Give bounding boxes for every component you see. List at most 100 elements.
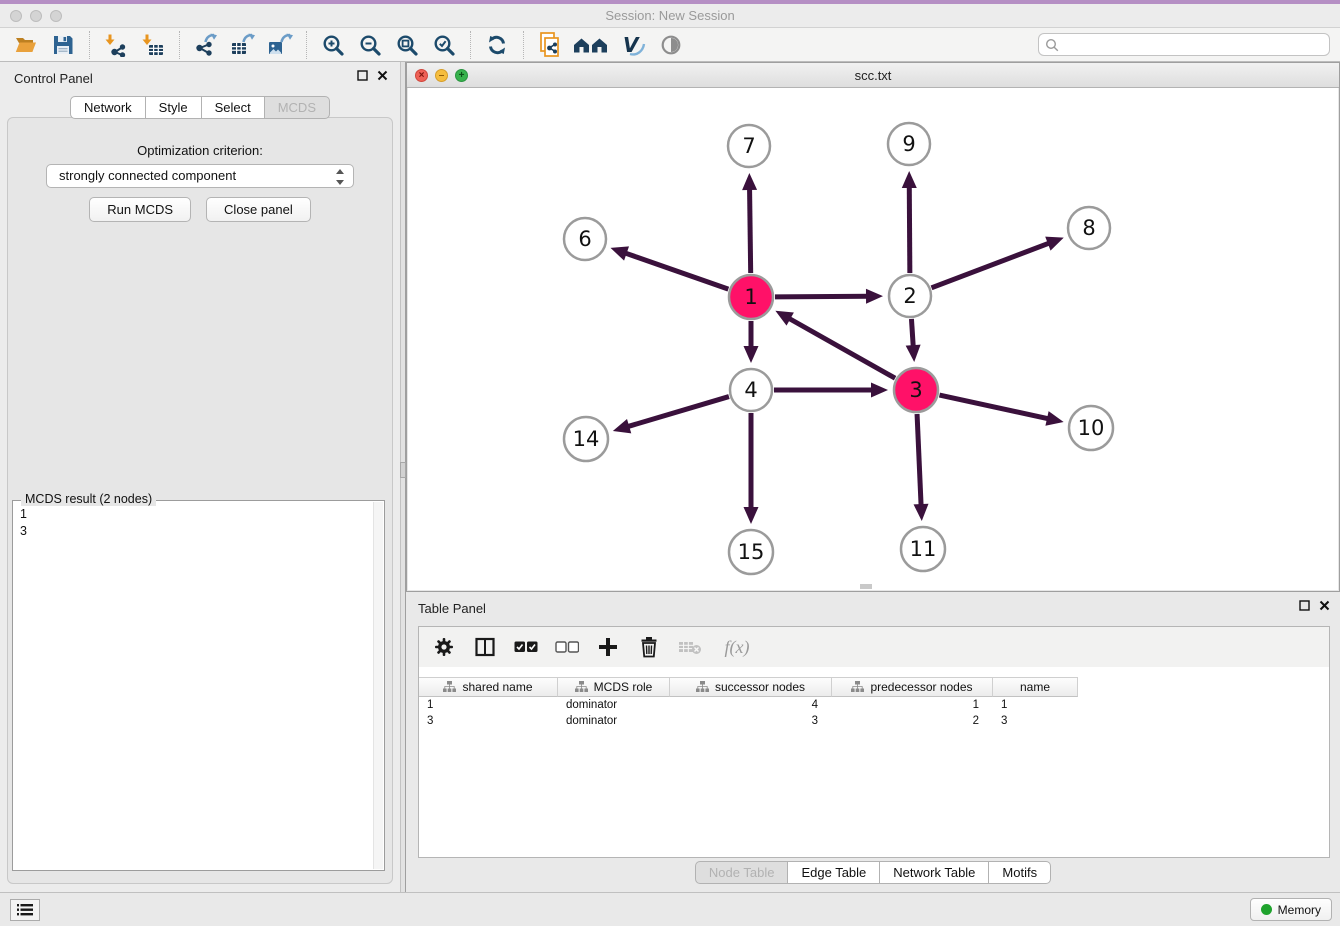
close-window-button[interactable] — [10, 10, 22, 22]
graph-edge-2-9[interactable] — [909, 184, 910, 273]
tab-style[interactable]: Style — [146, 96, 202, 119]
show-columns-button[interactable] — [472, 634, 498, 660]
vizmapper-icon: V — [621, 33, 647, 57]
graph-node-label: 7 — [742, 134, 755, 158]
network-file-button[interactable] — [534, 31, 566, 59]
graph-node-6[interactable]: 6 — [564, 218, 606, 260]
graph-edge-1-2[interactable] — [775, 296, 870, 297]
table-tab-motifs[interactable]: Motifs — [989, 861, 1051, 884]
zoom-window-button[interactable] — [50, 10, 62, 22]
search-input[interactable] — [1064, 37, 1323, 53]
network-canvas[interactable]: 1 2 3 4 6 7 8 9 10 11 14 15 — [408, 88, 1338, 590]
select-all-button[interactable] — [513, 634, 539, 660]
graph-edge-1-6[interactable] — [623, 252, 729, 289]
export-table-button[interactable] — [227, 31, 259, 59]
table-settings-button[interactable] — [431, 634, 457, 660]
close-panel-button[interactable]: Close panel — [206, 197, 311, 222]
graph-node-8[interactable]: 8 — [1068, 207, 1110, 249]
table-row[interactable]: 1dominator411 — [419, 697, 1329, 713]
close-view-button[interactable]: × — [415, 69, 428, 82]
save-icon — [51, 33, 75, 57]
network-view-window: × – + scc.txt 1 2 3 4 6 7 8 9 10 11 14 15 — [406, 62, 1340, 592]
memory-button[interactable]: Memory — [1250, 898, 1332, 921]
column-header-successor-nodes[interactable]: successor nodes — [670, 677, 832, 697]
float-panel-icon[interactable] — [357, 70, 368, 81]
graph-node-11[interactable]: 11 — [901, 527, 945, 571]
zoom-selected-button[interactable] — [428, 31, 460, 59]
maximize-view-button[interactable]: + — [455, 69, 468, 82]
graph-edge-arrow — [742, 173, 757, 190]
column-header-MCDS-role[interactable]: MCDS role — [558, 677, 670, 697]
tab-network[interactable]: Network — [70, 96, 146, 119]
close-table-panel-icon[interactable] — [1319, 600, 1330, 611]
graph-edge-3-11[interactable] — [917, 414, 921, 508]
import-network-button[interactable] — [100, 31, 132, 59]
vizmapper-button[interactable]: V — [618, 31, 650, 59]
delete-row-button[interactable] — [636, 634, 662, 660]
graph-node-14[interactable]: 14 — [564, 417, 608, 461]
graph-node-10[interactable]: 10 — [1069, 406, 1113, 450]
checked-boxes-icon — [514, 640, 538, 654]
table-tab-edge-table[interactable]: Edge Table — [788, 861, 880, 884]
tab-mcds[interactable]: MCDS — [265, 96, 330, 119]
table-tab-node-table[interactable]: Node Table — [695, 861, 789, 884]
graph-edge-1-7[interactable] — [750, 186, 751, 273]
home-button[interactable] — [571, 31, 613, 59]
delete-table-button[interactable] — [677, 634, 703, 660]
column-header-name[interactable]: name — [993, 677, 1078, 697]
graph-node-2[interactable]: 2 — [889, 275, 931, 317]
network-window-titlebar[interactable]: × – + scc.txt — [407, 63, 1339, 88]
add-row-button[interactable] — [595, 634, 621, 660]
graph-node-label: 9 — [902, 132, 915, 156]
tab-select[interactable]: Select — [202, 96, 265, 119]
graph-node-label: 14 — [573, 427, 600, 451]
graph-node-4[interactable]: 4 — [730, 369, 772, 411]
column-header-predecessor-nodes[interactable]: predecessor nodes — [832, 677, 993, 697]
export-image-button[interactable] — [264, 31, 296, 59]
column-header-shared-name[interactable]: shared name — [419, 677, 558, 697]
import-table-button[interactable] — [137, 31, 169, 59]
graph-node-3[interactable]: 3 — [894, 368, 938, 412]
graph-node-9[interactable]: 9 — [888, 123, 930, 165]
graph-edge-4-14[interactable] — [625, 397, 729, 428]
graph-node-label: 10 — [1078, 416, 1105, 440]
network-graph[interactable]: 1 2 3 4 6 7 8 9 10 11 14 15 — [408, 88, 1340, 591]
mcds-tab-panel: Optimization criterion: strongly connect… — [7, 117, 393, 884]
mcds-result-text[interactable]: 1 3 — [20, 506, 368, 866]
refresh-button[interactable] — [481, 31, 513, 59]
run-mcds-button[interactable]: Run MCDS — [89, 197, 191, 222]
canvas-scroll-thumb[interactable] — [860, 584, 872, 589]
float-table-panel-icon[interactable] — [1299, 600, 1310, 611]
task-history-button[interactable] — [10, 899, 40, 921]
result-scrollbar[interactable] — [373, 502, 383, 869]
graph-edge-3-10[interactable] — [939, 395, 1050, 419]
zoom-in-button[interactable] — [317, 31, 349, 59]
graph-edge-2-8[interactable] — [932, 242, 1052, 288]
toolbar-separator — [89, 31, 90, 59]
minimize-view-button[interactable]: – — [435, 69, 448, 82]
function-builder-button[interactable]: f(x) — [718, 634, 756, 660]
close-panel-icon[interactable] — [377, 70, 388, 81]
mcds-result-box: MCDS result (2 nodes) 1 3 — [12, 500, 385, 871]
graph-edge-2-3[interactable] — [911, 319, 913, 349]
save-session-button[interactable] — [47, 31, 79, 59]
show-hide-button[interactable] — [655, 31, 687, 59]
graph-edge-3-1[interactable] — [787, 317, 895, 378]
search-box[interactable] — [1038, 33, 1330, 56]
control-panel-title: Control Panel — [14, 71, 93, 86]
graph-node-15[interactable]: 15 — [729, 530, 773, 574]
graph-node-7[interactable]: 7 — [728, 125, 770, 167]
zoom-out-button[interactable] — [354, 31, 386, 59]
criterion-dropdown[interactable]: strongly connected component — [46, 164, 354, 188]
node-table: f(x) shared nameMCDS rolesuccessor nodes… — [418, 626, 1330, 858]
export-network-button[interactable] — [190, 31, 222, 59]
minimize-window-button[interactable] — [30, 10, 42, 22]
open-session-button[interactable] — [10, 31, 42, 59]
deselect-all-button[interactable] — [554, 634, 580, 660]
status-bar: Memory — [0, 892, 1340, 926]
table-panel-title: Table Panel — [418, 601, 486, 616]
graph-node-1[interactable]: 1 — [729, 275, 773, 319]
table-row[interactable]: 3dominator323 — [419, 713, 1329, 729]
zoom-fit-button[interactable] — [391, 31, 423, 59]
table-tab-network-table[interactable]: Network Table — [880, 861, 989, 884]
